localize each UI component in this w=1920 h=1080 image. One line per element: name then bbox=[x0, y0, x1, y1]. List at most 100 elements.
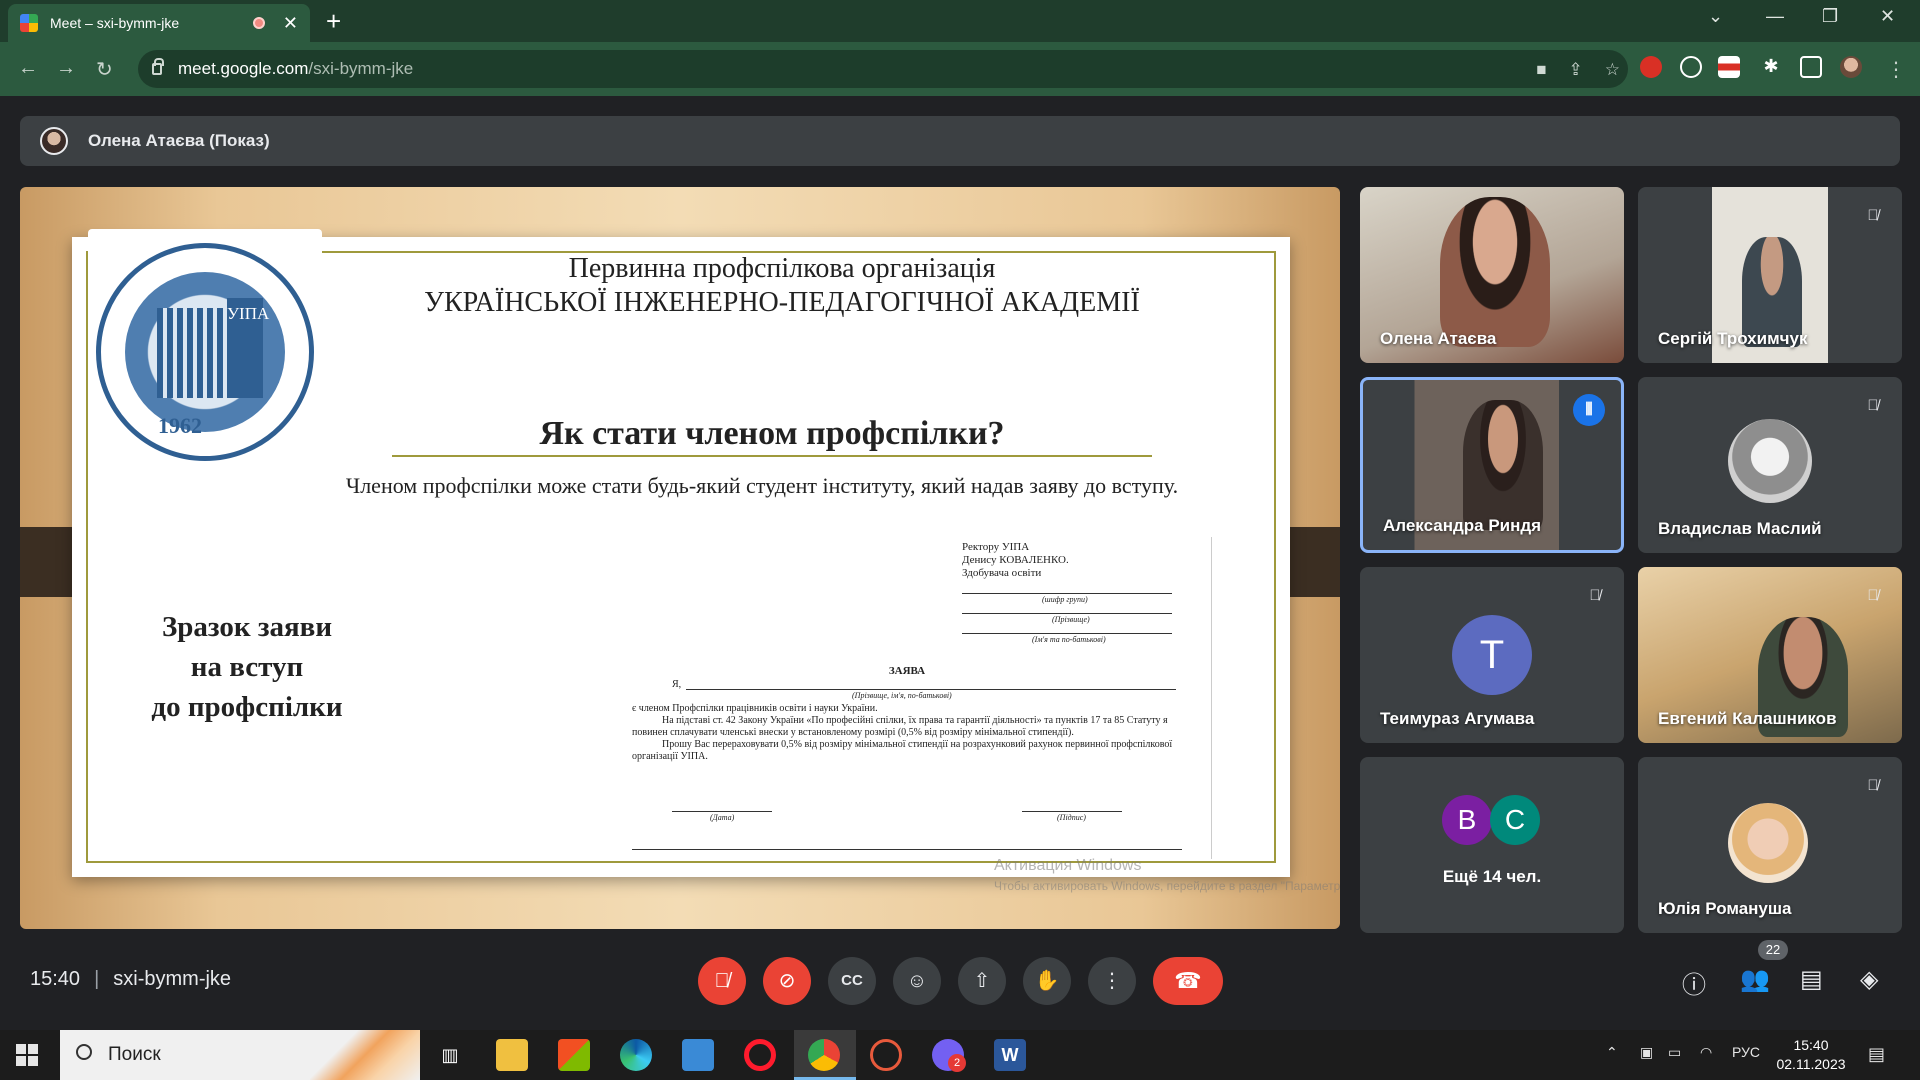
form-line bbox=[962, 613, 1172, 614]
share-icon[interactable]: ⇪ bbox=[1569, 60, 1583, 80]
participant-tile[interactable]: 🎙̸ Сергій Трохимчук bbox=[1638, 187, 1902, 363]
reload-button[interactable]: ↻ bbox=[96, 57, 113, 82]
form-caption-surname: (Прізвище) bbox=[1052, 615, 1090, 624]
toolbar: ← → ↻ meet.google.com/sxi-bymm-jke ■ ⇪ ☆… bbox=[0, 42, 1920, 96]
participant-video bbox=[1440, 197, 1550, 347]
omnibox-actions: ■ ⇪ ☆ bbox=[1536, 60, 1620, 80]
extension-flag-icon[interactable] bbox=[1718, 56, 1740, 78]
activities-icon[interactable]: ◈ bbox=[1860, 965, 1878, 994]
extension-red-icon[interactable] bbox=[1640, 56, 1662, 78]
meeting-details-icon[interactable]: ⓘ bbox=[1682, 965, 1706, 1000]
form-line bbox=[686, 689, 1176, 690]
camera-off-button[interactable]: ⊘ bbox=[763, 957, 811, 1005]
meet-favicon-icon bbox=[20, 14, 38, 32]
tray-chevron-icon[interactable]: ⌃ bbox=[1606, 1044, 1618, 1061]
presenter-banner: Олена Атаєва (Показ) bbox=[20, 116, 1900, 166]
people-icon[interactable]: 👥 bbox=[1740, 965, 1770, 994]
word-icon[interactable]: W bbox=[994, 1039, 1026, 1071]
more-options-button[interactable]: ⋮ bbox=[1088, 957, 1136, 1005]
edge-icon[interactable] bbox=[620, 1039, 652, 1071]
taskbar-search[interactable]: Поиск bbox=[60, 1030, 420, 1080]
file-explorer-icon[interactable] bbox=[496, 1039, 528, 1071]
chat-icon[interactable]: ▤ bbox=[1800, 965, 1823, 994]
new-tab-button[interactable]: + bbox=[326, 6, 341, 37]
bookmark-star-icon[interactable]: ☆ bbox=[1605, 60, 1620, 80]
form-addr-1: Ректору УІПА bbox=[962, 541, 1030, 553]
participant-tile-speaking[interactable]: ⦀ Александра Риндя bbox=[1360, 377, 1624, 553]
tray-app-icon[interactable]: ▣ bbox=[1640, 1044, 1653, 1061]
tab-title: Meet – sxi-bymm-jke bbox=[50, 15, 180, 31]
chrome-menu-icon[interactable]: ⋮ bbox=[1886, 57, 1906, 82]
slide-member-text: Членом профспілки може стати будь-який с… bbox=[345, 473, 1179, 498]
participant-name: Владислав Маслий bbox=[1658, 519, 1822, 538]
opera-icon[interactable] bbox=[744, 1039, 776, 1071]
captions-button[interactable]: CC bbox=[828, 957, 876, 1005]
search-icon bbox=[76, 1044, 92, 1060]
windows-start-icon[interactable] bbox=[16, 1044, 38, 1066]
task-view-icon[interactable]: ▥ bbox=[434, 1039, 466, 1071]
tab-meet[interactable]: Meet – sxi-bymm-jke ✕ bbox=[8, 4, 310, 42]
notifications-icon[interactable]: ▤ bbox=[1868, 1044, 1885, 1065]
mic-off-icon: 🎙̸ bbox=[1867, 397, 1879, 414]
form-caption-name: (Ім'я та по-батькові) bbox=[1032, 635, 1106, 644]
participant-tile[interactable]: 🎙̸ Юлія Романуша bbox=[1638, 757, 1902, 933]
form-line bbox=[962, 593, 1172, 594]
address-bar[interactable]: meet.google.com/sxi-bymm-jke bbox=[138, 50, 1628, 88]
language-indicator[interactable]: РУС bbox=[1732, 1044, 1760, 1060]
more-vert-icon: ⋮ bbox=[1102, 970, 1122, 992]
url-path: /sxi-bymm-jke bbox=[308, 59, 414, 78]
close-window-button[interactable]: ✕ bbox=[1880, 6, 1895, 27]
extensions-puzzle-icon[interactable]: ✱ bbox=[1760, 56, 1782, 78]
form-ya: Я, bbox=[672, 679, 682, 690]
form-addr-3: Здобувача освіти bbox=[962, 567, 1042, 579]
wifi-icon[interactable]: ◠ bbox=[1700, 1044, 1712, 1061]
taskbar-clock[interactable]: 15:40 02.11.2023 bbox=[1776, 1036, 1846, 1074]
sample-line-2: на вступ bbox=[190, 651, 304, 683]
divider: | bbox=[94, 968, 100, 990]
present-icon: ⇧ bbox=[973, 970, 991, 992]
mic-off-icon: 🎙̸ bbox=[714, 970, 730, 992]
more-participants-tile[interactable]: B C Ещё 14 чел. bbox=[1360, 757, 1624, 933]
close-tab-icon[interactable]: ✕ bbox=[283, 13, 298, 34]
leave-call-button[interactable]: ☎ bbox=[1153, 957, 1223, 1005]
app-icon[interactable] bbox=[682, 1039, 714, 1071]
url-host: meet.google.com bbox=[178, 59, 309, 78]
restore-button[interactable]: ❐ bbox=[1822, 6, 1838, 27]
recording-indicator-icon bbox=[252, 17, 265, 29]
browser-tab-strip: Meet – sxi-bymm-jke ✕ + ⌄ — ❐ ✕ bbox=[0, 0, 1920, 42]
mic-off-icon: 🎙̸ bbox=[1867, 587, 1879, 604]
mic-off-icon: 🎙̸ bbox=[1867, 207, 1879, 224]
present-screen-button[interactable]: ⇧ bbox=[958, 957, 1006, 1005]
form-caption-full: (Прізвище, ім'я, по-батькові) bbox=[852, 691, 952, 700]
participant-video bbox=[1463, 400, 1543, 530]
participant-tile[interactable]: T 🎙̸ Теимураз Агумава bbox=[1360, 567, 1624, 743]
participant-tile[interactable]: Олена Атаєва bbox=[1360, 187, 1624, 363]
reactions-button[interactable]: ☺ bbox=[893, 957, 941, 1005]
slide-paper: УІПА 1962 Первинна профспілкова організа… bbox=[72, 229, 1340, 893]
microphone-off-button[interactable]: 🎙̸ bbox=[698, 957, 746, 1005]
extension-w-icon[interactable] bbox=[1680, 56, 1702, 78]
profile-avatar[interactable] bbox=[1840, 56, 1862, 78]
org-title-line1: Первинна профспілкова організація bbox=[568, 253, 996, 284]
camera-off-icon: ⊘ bbox=[778, 970, 796, 992]
battery-icon[interactable]: ▭ bbox=[1668, 1044, 1681, 1061]
end-call-icon: ☎ bbox=[1174, 968, 1202, 993]
app-icon[interactable] bbox=[870, 1039, 902, 1071]
lock-icon bbox=[152, 58, 164, 75]
participant-tile[interactable]: 🎙̸ Владислав Маслий bbox=[1638, 377, 1902, 553]
side-panel-icon[interactable] bbox=[1800, 56, 1822, 78]
camera-in-use-icon[interactable]: ■ bbox=[1536, 60, 1546, 80]
form-address: Ректору УІПА Денису КОВАЛЕНКО. Здобувача… bbox=[962, 541, 1069, 580]
minimize-button[interactable]: — bbox=[1766, 6, 1784, 27]
logo-letters: УІПА bbox=[227, 298, 269, 398]
raise-hand-button[interactable]: ✋ bbox=[1023, 957, 1071, 1005]
form-paragraph-3: Прошу Вас перераховувати 0,5% від розмір… bbox=[632, 739, 1173, 762]
microsoft-store-icon[interactable] bbox=[558, 1039, 590, 1071]
form-title: ЗАЯВА bbox=[888, 665, 926, 677]
meeting-info-strip: 15:40 | sxi-bymm-jke bbox=[30, 968, 231, 991]
participant-tile[interactable]: 🎙̸ Евгений Калашников bbox=[1638, 567, 1902, 743]
back-button[interactable]: ← bbox=[18, 57, 38, 80]
chrome-icon[interactable] bbox=[808, 1039, 840, 1071]
tab-search-icon[interactable]: ⌄ bbox=[1708, 6, 1723, 27]
forward-button[interactable]: → bbox=[56, 57, 76, 80]
